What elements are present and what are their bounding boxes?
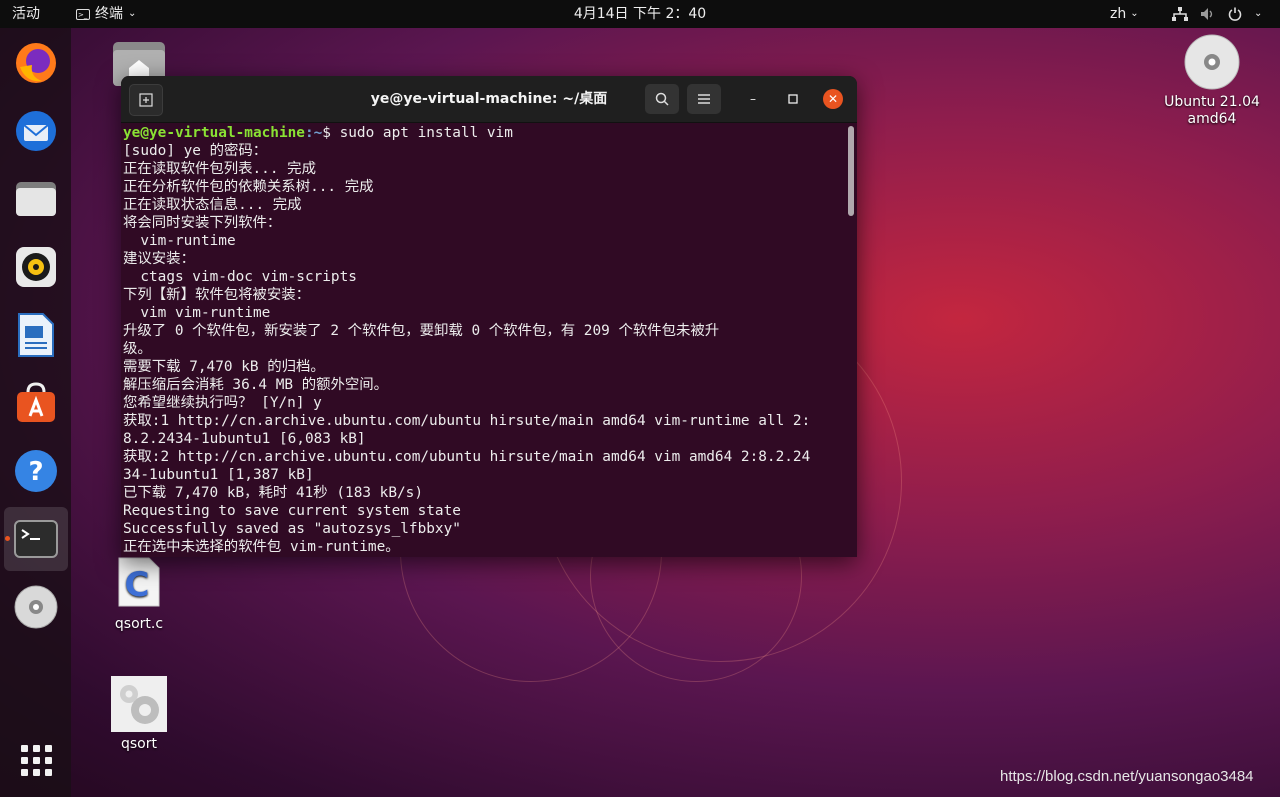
output-line: vim-runtime xyxy=(123,233,236,249)
output-line: 建议安装： xyxy=(123,251,195,267)
output-line: 需要下载 7,470 kB 的归档。 xyxy=(123,359,325,375)
c-source-icon: C xyxy=(111,556,167,612)
output-lines: [sudo] ye 的密码： 正在读取软件包列表... 完成正在分析软件包的依赖关… xyxy=(123,142,845,556)
desktop-icon-label: Ubuntu 21.04 amd64 xyxy=(1164,94,1260,127)
output-line: 您希望继续执行吗？ [Y/n] y xyxy=(123,395,322,411)
menu-button[interactable] xyxy=(687,84,721,114)
volume-icon xyxy=(1201,8,1213,20)
terminal-window[interactable]: ye@ye-virtual-machine: ~/桌面 – ✕ ye@ye-vi… xyxy=(121,76,857,557)
clock[interactable]: 4月14日 下午 2：40 xyxy=(0,0,1280,28)
desktop-qsort[interactable]: qsort xyxy=(91,676,187,752)
output-line: 获取:2 http://cn.archive.ubuntu.com/ubuntu… xyxy=(123,449,811,465)
desktop-qsort-c[interactable]: C qsort.c xyxy=(91,556,187,632)
output-line: 获取:1 http://cn.archive.ubuntu.com/ubuntu… xyxy=(123,413,811,429)
executable-icon xyxy=(111,676,167,732)
hamburger-menu-icon xyxy=(698,94,710,104)
ubuntu-software-icon[interactable] xyxy=(4,371,68,435)
scrollbar-thumb[interactable] xyxy=(848,126,854,216)
network-icon xyxy=(1172,7,1188,21)
close-icon: ✕ xyxy=(827,92,839,106)
dock: ? xyxy=(0,28,71,797)
dvd-icon xyxy=(1184,34,1240,90)
chevron-down-icon: ⌄ xyxy=(1254,8,1263,19)
top-bar: 活动 >_ 终端 ⌄ 4月14日 下午 2：40 zh ⌄ ⌄ xyxy=(0,0,1280,28)
prompt-command: $ sudo apt install vim xyxy=(322,125,513,141)
output-line: Successfully saved as "autozsys_lfbbxy" xyxy=(123,521,461,537)
power-icon xyxy=(1228,7,1242,21)
watermark: https://blog.csdn.net/yuansongao3484 xyxy=(1000,768,1254,785)
desktop-dvd[interactable]: Ubuntu 21.04 amd64 xyxy=(1164,34,1260,128)
output-line: 正在选中未选择的软件包 vim-runtime。 xyxy=(123,539,400,555)
output-line: vim vim-runtime xyxy=(123,305,271,321)
terminal-scrollbar[interactable] xyxy=(845,124,857,557)
system-tray[interactable]: ⌄ xyxy=(1172,0,1262,28)
minimize-icon: – xyxy=(750,92,756,106)
chevron-down-icon: ⌄ xyxy=(1130,8,1139,19)
output-line: 升级了 0 个软件包，新安装了 2 个软件包，要卸载 0 个软件包，有 209 … xyxy=(123,323,720,339)
terminal-icon[interactable] xyxy=(4,507,68,571)
files-icon[interactable] xyxy=(4,167,68,231)
close-button[interactable]: ✕ xyxy=(823,89,843,109)
output-line: 正在读取状态信息... 完成 xyxy=(123,197,302,213)
rhythmbox-icon[interactable] xyxy=(4,235,68,299)
output-line: ctags vim-doc vim-scripts xyxy=(123,269,357,285)
apps-grid-icon xyxy=(20,744,52,776)
search-icon xyxy=(655,92,669,106)
output-line: 已下载 7,470 kB，耗时 41秒 (183 kB/s) xyxy=(123,485,424,501)
output-line: 将会同时安装下列软件： xyxy=(123,215,282,231)
output-line: 34-1ubuntu1 [1,387 kB] xyxy=(123,467,314,483)
minimize-button[interactable]: – xyxy=(743,89,763,109)
running-indicator xyxy=(5,536,10,541)
dvd-icon[interactable] xyxy=(4,575,68,639)
desktop-icon-label: qsort xyxy=(121,736,157,752)
input-method-label: zh xyxy=(1110,6,1127,22)
output-line: 下列【新】软件包将被安装： xyxy=(123,287,311,303)
thunderbird-icon[interactable] xyxy=(4,99,68,163)
firefox-icon[interactable] xyxy=(4,31,68,95)
prompt-path: :~ xyxy=(304,125,323,141)
output-line: 解压缩后会消耗 36.4 MB 的额外空间。 xyxy=(123,377,389,393)
output-line: Requesting to save current system state xyxy=(123,503,461,519)
terminal-headerbar[interactable]: ye@ye-virtual-machine: ~/桌面 – ✕ xyxy=(121,76,857,123)
show-apps-button[interactable] xyxy=(4,728,68,792)
terminal-output[interactable]: ye@ye-virtual-machine:~$ sudo apt instal… xyxy=(123,124,845,557)
maximize-icon xyxy=(788,94,798,104)
maximize-button[interactable] xyxy=(783,89,803,109)
svg-text:?: ? xyxy=(28,457,43,487)
desktop-icon-label: qsort.c xyxy=(114,616,164,632)
output-line: 正在读取软件包列表... 完成 xyxy=(123,161,316,177)
svg-text:C: C xyxy=(125,565,150,605)
help-icon[interactable]: ? xyxy=(4,439,68,503)
search-button[interactable] xyxy=(645,84,679,114)
libreoffice-writer-icon[interactable] xyxy=(4,303,68,367)
prompt-user: ye@ye-virtual-machine xyxy=(123,125,305,141)
input-method-menu[interactable]: zh ⌄ xyxy=(1110,0,1139,28)
output-line: 正在分析软件包的依赖关系树... 完成 xyxy=(123,179,374,195)
output-line: 级。 xyxy=(123,341,152,357)
output-line: [sudo] ye 的密码： xyxy=(123,143,268,159)
output-line: 8.2.2434-1ubuntu1 [6,083 kB] xyxy=(123,431,366,447)
